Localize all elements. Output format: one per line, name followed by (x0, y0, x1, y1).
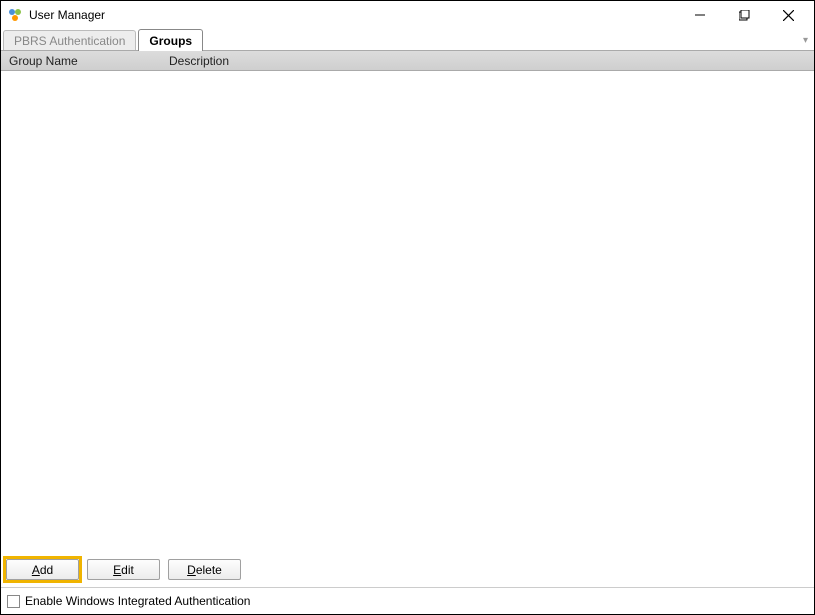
enable-windows-auth-label: Enable Windows Integrated Authentication (25, 594, 250, 608)
edit-button[interactable]: Edit (87, 559, 160, 580)
tab-groups[interactable]: Groups (138, 29, 203, 51)
window-title: User Manager (29, 8, 678, 22)
close-button[interactable] (766, 2, 810, 28)
enable-windows-auth-checkbox[interactable] (7, 595, 20, 608)
checkbox-row: Enable Windows Integrated Authentication (1, 590, 814, 614)
column-description[interactable]: Description (161, 51, 814, 70)
groups-list (1, 71, 814, 553)
divider (1, 587, 814, 588)
delete-button[interactable]: Delete (168, 559, 241, 580)
tab-overflow-icon[interactable]: ▾ (803, 35, 808, 46)
app-icon (7, 7, 23, 23)
column-group-name[interactable]: Group Name (1, 51, 161, 70)
maximize-button[interactable] (722, 2, 766, 28)
window-controls (678, 2, 810, 28)
button-row: Add Edit Delete (1, 553, 814, 585)
tab-pbrs-authentication[interactable]: PBRS Authentication (3, 30, 136, 50)
user-manager-window: User Manager PBRS Authentication Groups (0, 0, 815, 615)
minimize-button[interactable] (678, 2, 722, 28)
tab-strip: PBRS Authentication Groups ▾ (1, 29, 814, 51)
titlebar: User Manager (1, 1, 814, 29)
table-header: Group Name Description (1, 51, 814, 71)
add-button[interactable]: Add (6, 559, 79, 580)
